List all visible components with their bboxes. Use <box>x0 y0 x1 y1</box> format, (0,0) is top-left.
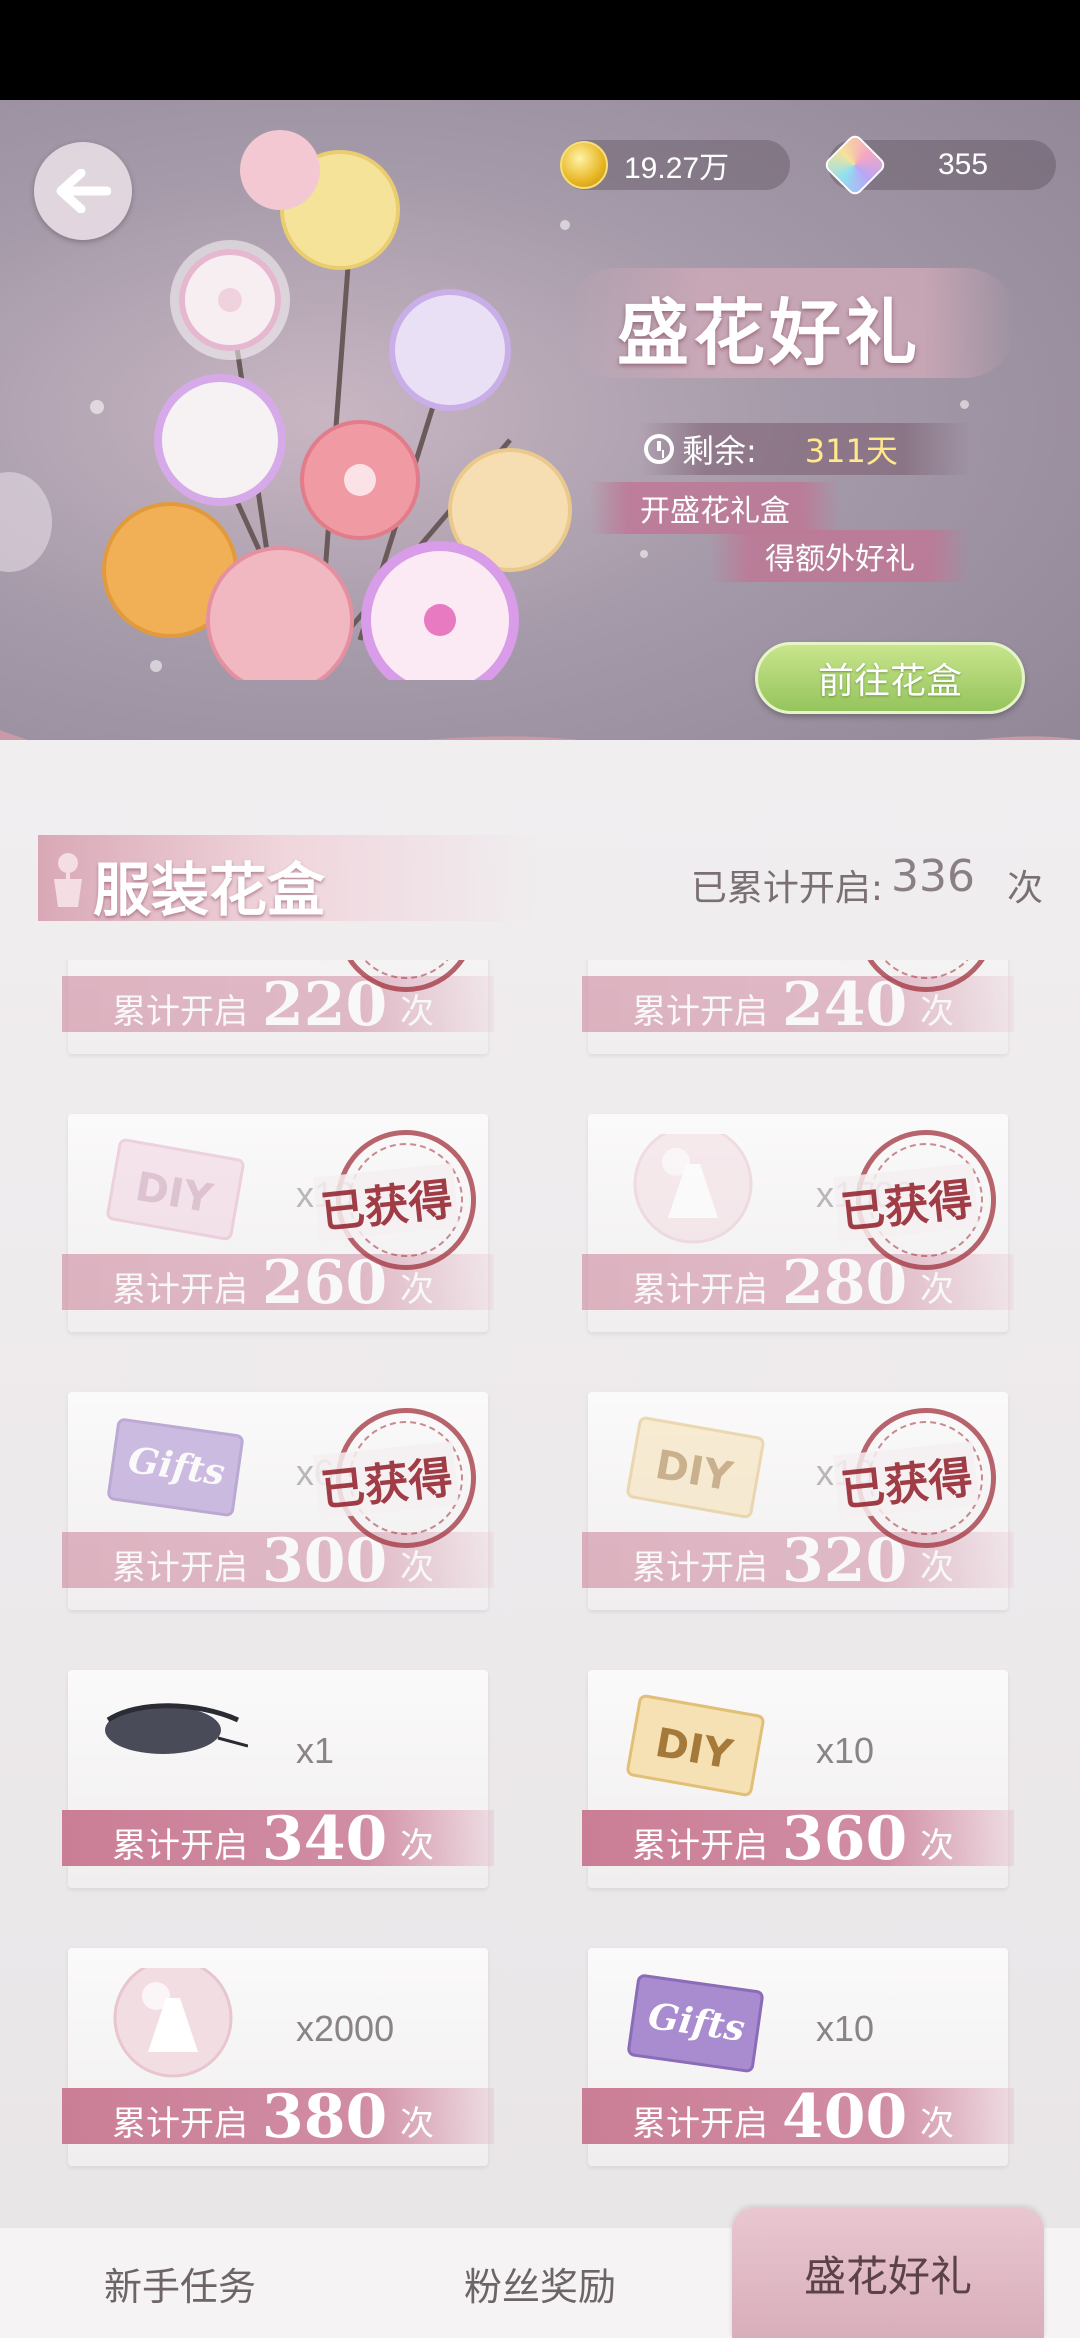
obtained-stamp-text: 已获得 <box>313 1440 460 1520</box>
sunglasses-icon <box>98 1690 249 1800</box>
milestone-number: 400 <box>782 2082 908 2152</box>
milestone-strip: 累计开启 400 次 <box>582 2082 1014 2152</box>
diy-card-gold-icon: DIY <box>618 1690 768 1800</box>
milestone-number: 340 <box>262 1804 388 1874</box>
milestone-label: 累计开启 <box>112 1826 248 1866</box>
clock-icon <box>644 434 674 464</box>
brown-accessory-icon <box>618 960 768 966</box>
milestone-unit: 次 <box>400 1826 434 1866</box>
gem-value: 355 <box>938 148 989 181</box>
milestone-strip: 累计开启 360 次 <box>582 1804 1014 1874</box>
remaining-days: 311天 <box>804 432 898 470</box>
reward-quantity: x2000 <box>296 2008 395 2049</box>
reward-card-280[interactable]: x1500累计开启280次已获得 <box>582 1114 1014 1332</box>
gem-balance[interactable]: 355 <box>822 132 1056 198</box>
obtained-stamp-text: 已获得 <box>833 1440 980 1520</box>
back-button[interactable] <box>34 142 132 240</box>
reward-card-320[interactable]: DIYx10累计开启320次已获得 <box>582 1392 1014 1610</box>
milestone-label: 累计开启 <box>112 992 248 1032</box>
gift-card-purple-icon: Gifts <box>98 1412 248 1522</box>
flowerpot-icon <box>54 853 82 907</box>
back-arrow-icon <box>56 169 111 213</box>
reward-quantity: x10 <box>816 2008 875 2049</box>
milestone-number: 360 <box>782 1804 908 1874</box>
reward-card-220[interactable]: 累计开启220次已获得 <box>62 960 494 1054</box>
milestone-strip: 累计开启 340 次 <box>62 1804 494 1874</box>
reward-grid: 累计开启220次已获得累计开启240次已获得 DIYx10累计开启260次已获得 x… <box>0 960 1080 2230</box>
side-arrow-button[interactable] <box>0 472 52 572</box>
tab-fan-rewards[interactable]: 粉丝奖励 <box>360 2228 720 2338</box>
milestone-label: 累计开启 <box>112 2104 248 2144</box>
gem-icon <box>822 132 888 198</box>
reward-card-380[interactable]: x2000 累计开启 380 次 <box>62 1948 494 2166</box>
event-title-banner: 盛花好礼 <box>565 268 1015 378</box>
obtained-stamp-text: 已获得 <box>833 960 980 964</box>
gift-card-purple-icon: Gifts <box>618 1968 768 2078</box>
reward-quantity: x1 <box>296 1730 335 1771</box>
status-bar <box>0 0 1080 100</box>
reward-card-300[interactable]: Giftsx6累计开启300次已获得 <box>62 1392 494 1610</box>
section-title: 服装花盒 <box>93 856 326 924</box>
obtained-stamp-text: 已获得 <box>833 1162 980 1242</box>
milestone-label: 累计开启 <box>112 1270 248 1310</box>
bottom-tab-bar: 新手任务 粉丝奖励 盛花好礼 <box>0 2208 1080 2338</box>
milestone-label: 累计开启 <box>632 992 768 1032</box>
milestone-label: 累计开启 <box>632 1270 768 1310</box>
section-header: 服装花盒 已累计开启: 336 次 <box>38 835 1043 931</box>
diy-card-pink-icon: DIY <box>98 1134 248 1244</box>
milestone-unit: 次 <box>400 2104 434 2144</box>
dress-orb-icon <box>98 1958 248 2078</box>
pink-card-icon <box>98 960 248 966</box>
reward-card-340[interactable]: x1 累计开启 340 次 <box>62 1670 494 1888</box>
milestone-label: 累计开启 <box>112 1548 248 1588</box>
reward-card-360[interactable]: DIY x10 累计开启 360 次 <box>582 1670 1014 1888</box>
reward-card-260[interactable]: DIYx10累计开启260次已获得 <box>62 1114 494 1332</box>
open-count-label: 已累计开启: <box>690 868 883 909</box>
flower-bouquet-illustration <box>102 130 572 680</box>
reward-card-240[interactable]: 累计开启240次已获得 <box>582 960 1014 1054</box>
tab-newbie-tasks[interactable]: 新手任务 <box>0 2228 360 2338</box>
reward-card-400[interactable]: Gifts x10 累计开启 400 次 <box>582 1948 1014 2166</box>
milestone-number: 380 <box>262 2082 388 2152</box>
remaining-label: 剩余: <box>682 432 757 470</box>
promo-line-1: 开盛花礼盒 <box>590 482 840 534</box>
event-title: 盛花好礼 <box>617 290 922 375</box>
milestone-unit: 次 <box>920 1826 954 1866</box>
open-count-unit: 次 <box>1006 868 1043 909</box>
reward-quantity: x10 <box>816 1730 875 1771</box>
remaining-time: 剩余: 311天 <box>640 423 970 475</box>
obtained-stamp-text: 已获得 <box>313 960 460 964</box>
milestone-strip: 累计开启 380 次 <box>62 2082 494 2152</box>
event-banner: 19.27万 355 盛花好礼 剩余: 311天 开盛花礼盒 得额外好礼 前往花… <box>0 100 1080 800</box>
dress-orb-icon <box>618 1124 768 1244</box>
milestone-label: 累计开启 <box>632 1826 768 1866</box>
milestone-unit: 次 <box>920 2104 954 2144</box>
coin-value: 19.27万 <box>624 152 730 185</box>
milestone-label: 累计开启 <box>632 1548 768 1588</box>
open-count-value: 336 <box>891 851 975 902</box>
obtained-stamp-text: 已获得 <box>313 1162 460 1242</box>
coin-icon <box>560 141 608 189</box>
rewards-panel: 服装花盒 已累计开启: 336 次 累计开启220次已获得累计开启240次已获得… <box>0 740 1080 2230</box>
milestone-label: 累计开启 <box>632 2104 768 2144</box>
coin-balance[interactable]: 19.27万 <box>560 140 790 190</box>
diy-card-gold-icon: DIY <box>618 1412 768 1522</box>
tab-flower-gifts[interactable]: 盛花好礼 <box>732 2208 1044 2338</box>
promo-line-2: 得额外好礼 <box>710 530 970 582</box>
